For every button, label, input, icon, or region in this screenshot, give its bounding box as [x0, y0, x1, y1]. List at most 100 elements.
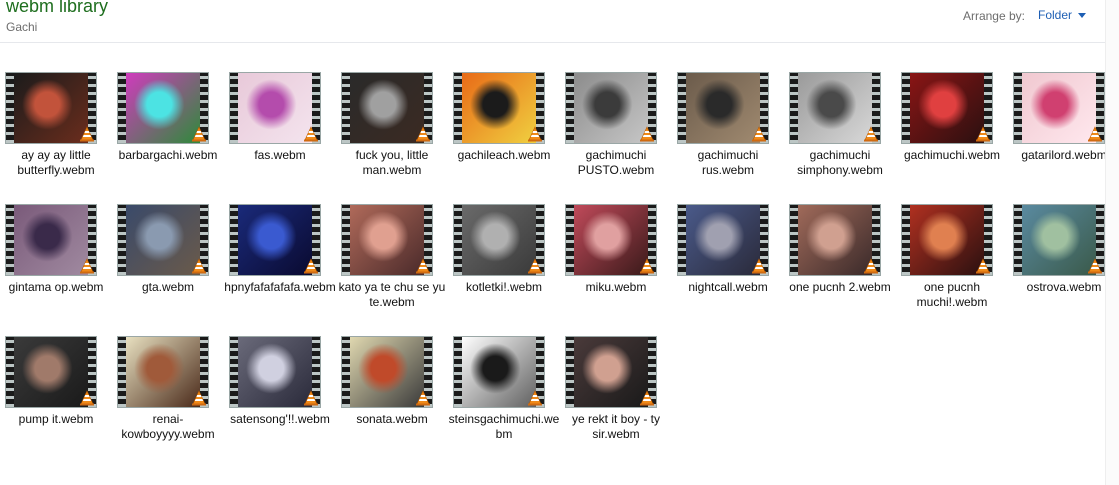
scrollbar-track[interactable]: [1105, 0, 1119, 485]
video-thumbnail: [901, 204, 993, 276]
file-item[interactable]: one pucnh muchi!.webm: [896, 202, 1008, 330]
vlc-cone-icon: [416, 126, 430, 142]
vlc-cone-icon: [864, 258, 878, 274]
file-name: ay ay ay little butterfly.webm: [17, 148, 95, 177]
vlc-cone-icon: [304, 390, 318, 406]
thumbnail-frame: [574, 337, 648, 407]
video-thumbnail: [117, 336, 209, 408]
film-strip-left: [118, 337, 126, 407]
video-thumbnail: [229, 336, 321, 408]
video-thumbnail: [5, 204, 97, 276]
video-thumbnail: [789, 72, 881, 144]
thumbnail-frame: [462, 205, 536, 275]
file-item[interactable]: gta.webm: [112, 202, 224, 330]
video-thumbnail: [453, 72, 545, 144]
file-item[interactable]: gachimuchi PUSTO.webm: [560, 70, 672, 198]
file-item[interactable]: ye rekt it boy - ty sir.webm: [560, 334, 672, 462]
film-strip-left: [790, 205, 798, 275]
file-item[interactable]: one pucnh 2.webm: [784, 202, 896, 330]
thumbnail-frame: [350, 337, 424, 407]
video-thumbnail: [1013, 72, 1105, 144]
file-item[interactable]: kato ya te chu se yu te.webm: [336, 202, 448, 330]
vlc-cone-icon: [80, 126, 94, 142]
file-item[interactable]: miku.webm: [560, 202, 672, 330]
thumbnail-frame: [126, 205, 200, 275]
thumbnail-frame: [1022, 205, 1096, 275]
arrange-by-value: Folder: [1038, 8, 1073, 22]
thumbnail-frame: [126, 73, 200, 143]
thumbnail-frame: [350, 73, 424, 143]
file-item[interactable]: gatarilord.webm: [1008, 70, 1119, 198]
film-strip-left: [454, 205, 462, 275]
file-item[interactable]: kotletki!.webm: [448, 202, 560, 330]
file-item[interactable]: pump it.webm: [0, 334, 112, 462]
video-thumbnail: [453, 204, 545, 276]
chevron-down-icon: [1078, 13, 1087, 18]
video-thumbnail: [229, 204, 321, 276]
vlc-cone-icon: [80, 390, 94, 406]
vlc-cone-icon: [192, 390, 206, 406]
film-strip-left: [454, 337, 462, 407]
film-strip-left: [566, 73, 574, 143]
thumbnail-frame: [14, 337, 88, 407]
vlc-cone-icon: [416, 258, 430, 274]
video-thumbnail: [677, 72, 769, 144]
thumbnail-frame: [1022, 73, 1096, 143]
vlc-cone-icon: [640, 258, 654, 274]
vlc-cone-icon: [304, 126, 318, 142]
film-strip-left: [118, 205, 126, 275]
file-item[interactable]: gachileach.webm: [448, 70, 560, 198]
file-item[interactable]: steinsgachimuchi.webm: [448, 334, 560, 462]
thumbnail-frame: [686, 73, 760, 143]
thumbnail-frame: [350, 205, 424, 275]
film-strip-left: [230, 205, 238, 275]
vlc-cone-icon: [528, 126, 542, 142]
thumbnail-frame: [238, 205, 312, 275]
video-thumbnail: [901, 72, 993, 144]
file-item[interactable]: satensong'!!.webm: [224, 334, 336, 462]
vlc-cone-icon: [864, 126, 878, 142]
file-item[interactable]: fas.webm: [224, 70, 336, 198]
video-thumbnail: [117, 72, 209, 144]
arrange-by-dropdown[interactable]: Folder: [1038, 8, 1087, 22]
file-name: steinsgachimuchi.webm: [448, 412, 560, 441]
vlc-cone-icon: [192, 126, 206, 142]
video-thumbnail: [677, 204, 769, 276]
file-item[interactable]: gachimuchi.webm: [896, 70, 1008, 198]
file-name: renai-kowboyyyy.webm: [121, 412, 215, 441]
film-strip-left: [678, 73, 686, 143]
file-item[interactable]: gachimuchi simphony.webm: [784, 70, 896, 198]
file-name: gachimuchi simphony.webm: [797, 148, 883, 177]
thumbnail-frame: [238, 337, 312, 407]
thumbnail-frame: [238, 73, 312, 143]
file-item[interactable]: hpnyfafafafafa.webm: [224, 202, 336, 330]
file-item[interactable]: sonata.webm: [336, 334, 448, 462]
thumbnail-frame: [910, 73, 984, 143]
vlc-cone-icon: [1088, 258, 1102, 274]
film-strip-left: [342, 205, 350, 275]
video-thumbnail: [117, 204, 209, 276]
film-strip-left: [566, 337, 574, 407]
file-name: gintama op.webm: [8, 280, 104, 294]
file-item[interactable]: ay ay ay little butterfly.webm: [0, 70, 112, 198]
thumbnail-frame: [798, 205, 872, 275]
video-thumbnail: [341, 204, 433, 276]
video-thumbnail: [5, 336, 97, 408]
film-strip-left: [678, 205, 686, 275]
file-item[interactable]: gintama op.webm: [0, 202, 112, 330]
file-item[interactable]: barbargachi.webm: [112, 70, 224, 198]
library-title: webm library: [6, 0, 109, 16]
video-thumbnail: [565, 72, 657, 144]
thumbnail-frame: [14, 73, 88, 143]
thumbnail-frame: [462, 337, 536, 407]
file-item[interactable]: ostrova.webm: [1008, 202, 1119, 330]
file-name: nightcall.webm: [688, 280, 768, 294]
video-thumbnail: [341, 72, 433, 144]
file-item[interactable]: gachimuchi rus.webm: [672, 70, 784, 198]
file-item[interactable]: fuck you, little man.webm: [336, 70, 448, 198]
video-thumbnail: [565, 336, 657, 408]
file-item[interactable]: renai-kowboyyyy.webm: [112, 334, 224, 462]
file-item[interactable]: nightcall.webm: [672, 202, 784, 330]
film-strip-left: [1014, 205, 1022, 275]
vlc-cone-icon: [976, 258, 990, 274]
